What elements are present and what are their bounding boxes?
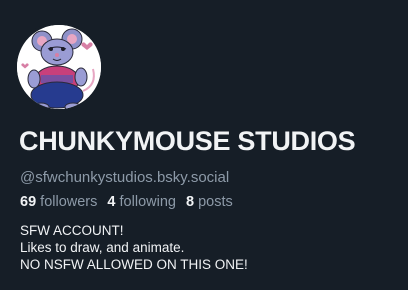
chunky-mouse-avatar-icon <box>17 25 101 109</box>
followers-link[interactable]: 69 followers <box>20 194 97 210</box>
bio-line: Likes to draw, and animate. <box>20 240 185 255</box>
bio-line: SFW ACCOUNT! <box>20 223 124 238</box>
posts-count: 8 <box>185 194 195 210</box>
followers-count: 69 <box>20 194 37 210</box>
followers-label: followers <box>40 194 98 210</box>
following-count: 4 <box>107 194 116 210</box>
bio-line: NO NSFW ALLOWED ON THIS ONE! <box>20 257 248 272</box>
following-link[interactable]: 4 following <box>107 194 176 210</box>
posts-stat: 8 posts <box>186 194 233 210</box>
profile-handle: @sfwchunkystudios.bsky.social <box>20 169 230 186</box>
profile-display-name: CHUNKYMOUSE STUDIOS <box>19 126 356 156</box>
profile-stats: 69 followers 4 following 8 posts <box>20 194 239 210</box>
profile-bio: SFW ACCOUNT! Likes to draw, and animate.… <box>20 222 248 273</box>
posts-label: posts <box>198 194 233 210</box>
following-label: following <box>119 194 176 210</box>
profile-avatar[interactable] <box>14 22 104 112</box>
